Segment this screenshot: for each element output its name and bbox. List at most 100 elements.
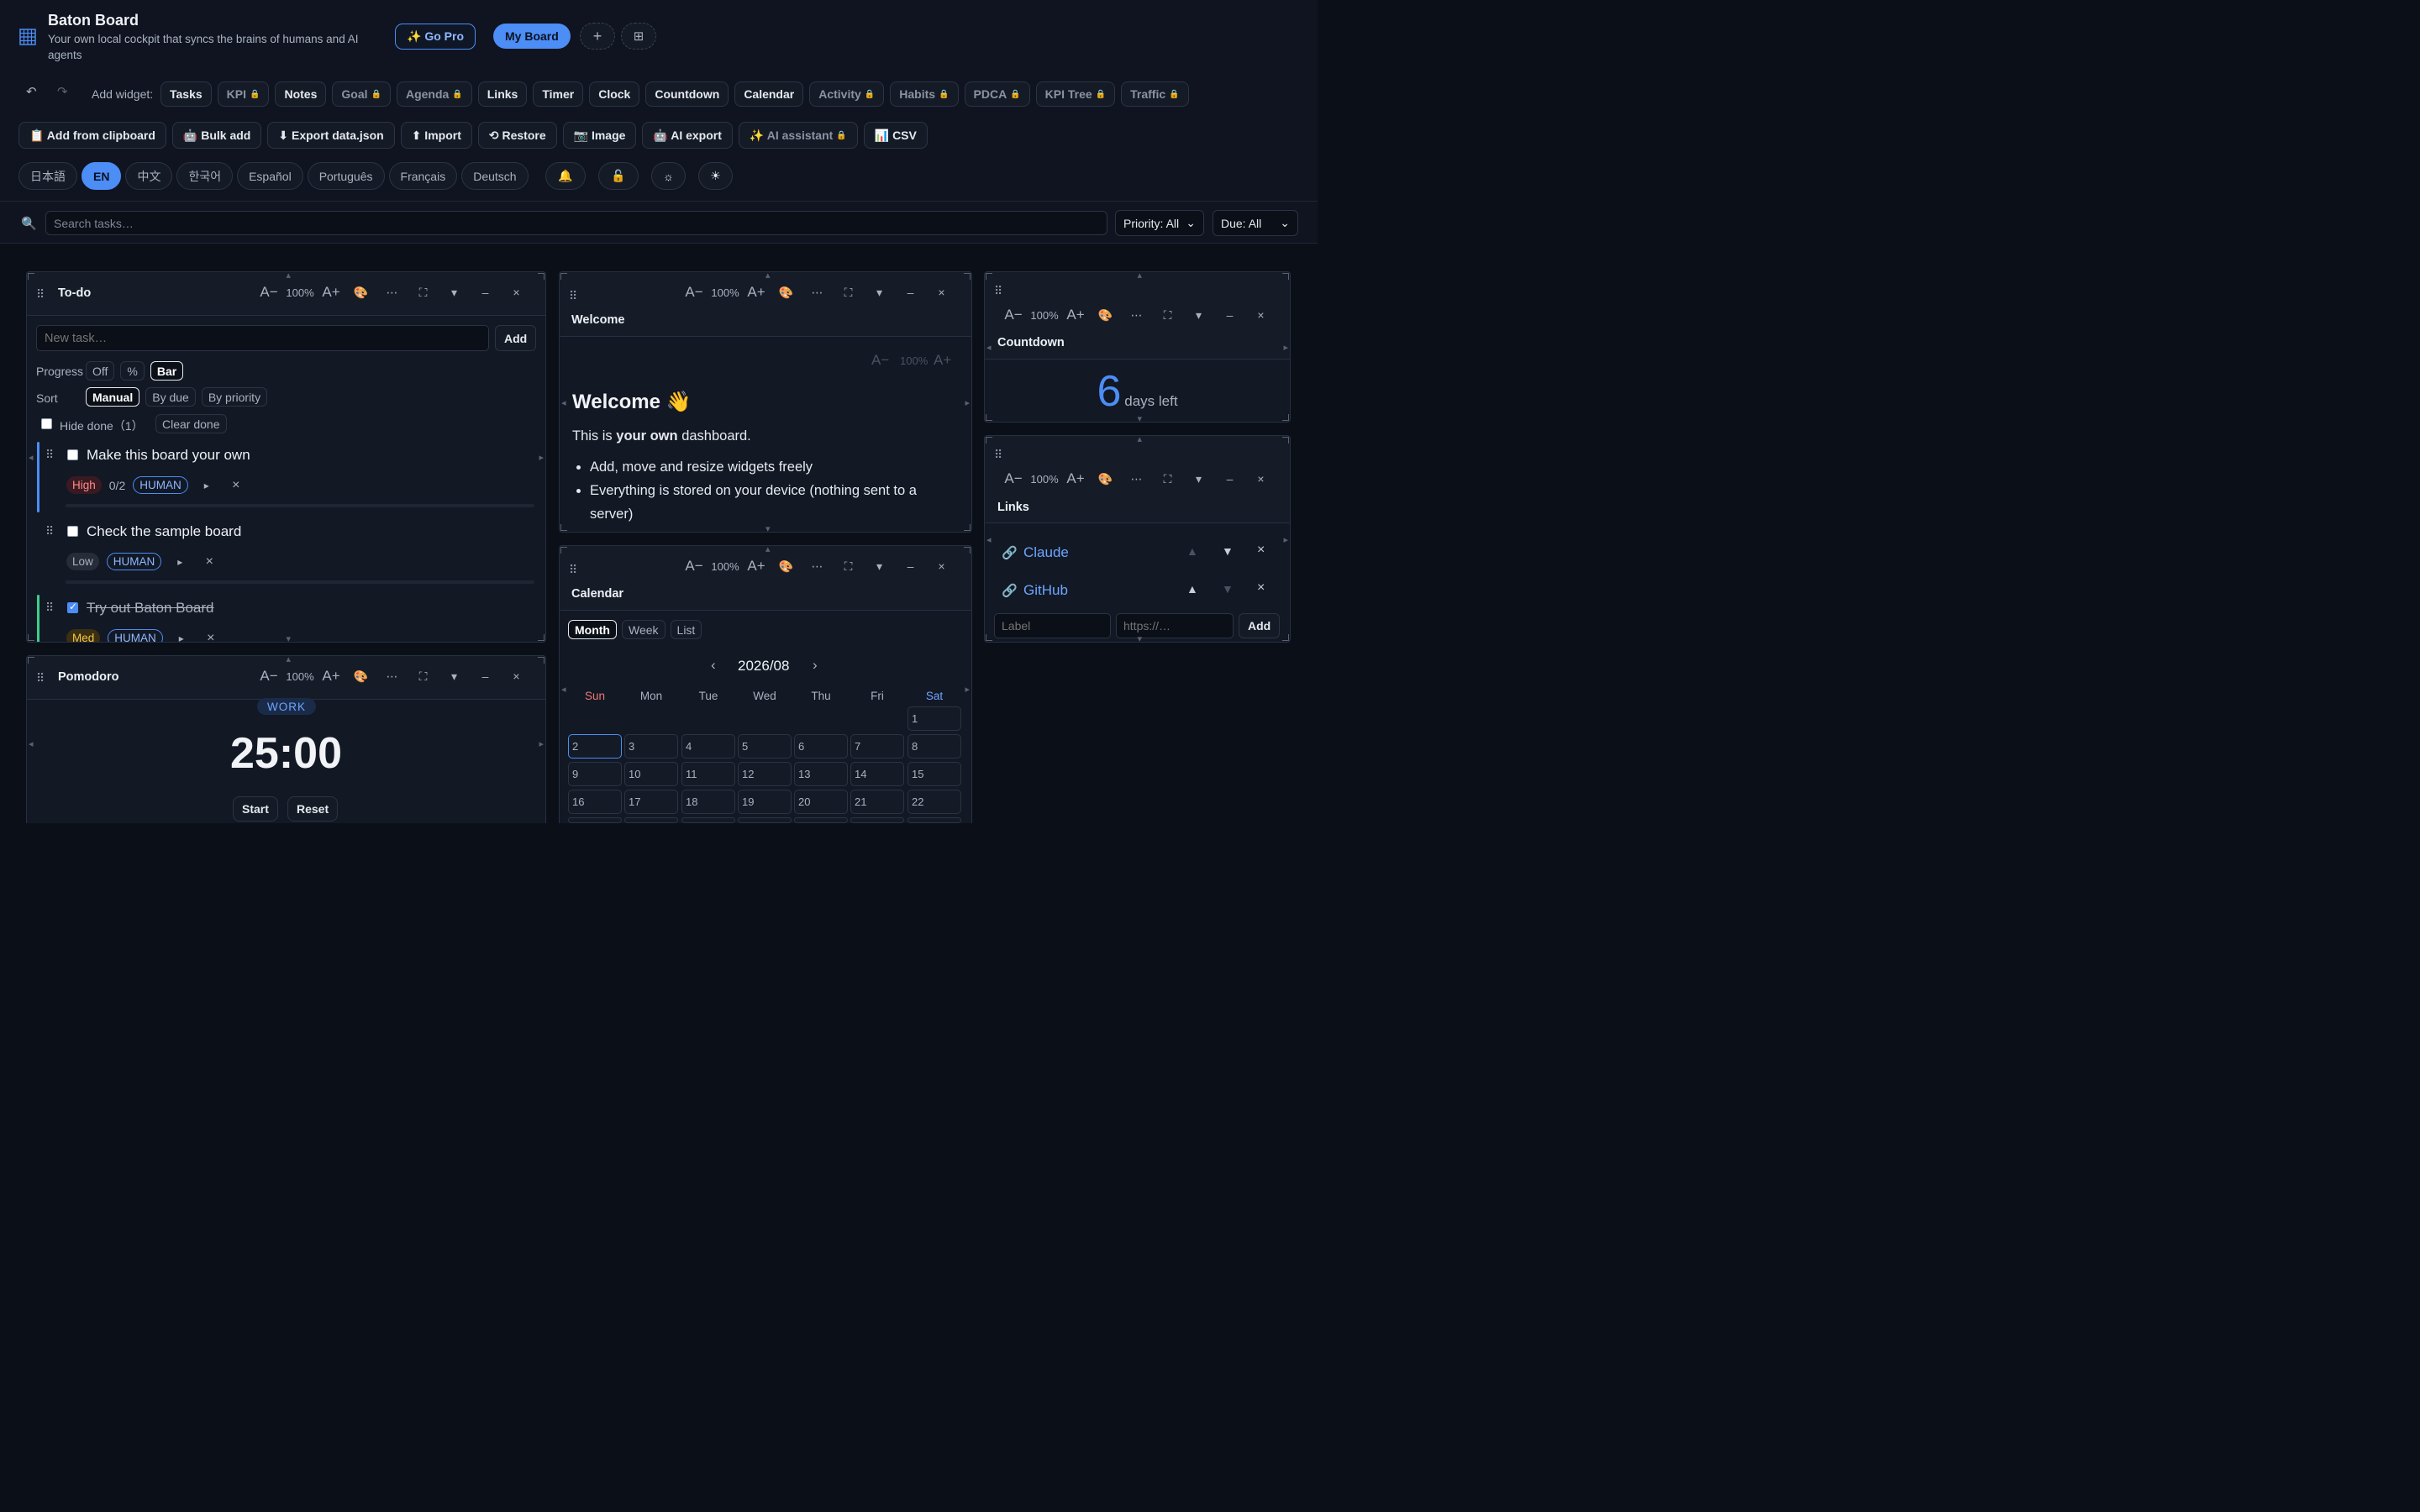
fullscreen-icon[interactable]: ⛶ [408,286,439,300]
task-row[interactable]: ⠿ Check the sample board Low HUMAN ▸ × [37,517,538,587]
resize-bottom-icon[interactable]: ▾ [765,523,771,532]
font-larger-button[interactable]: A+ [934,352,962,369]
font-larger-button[interactable]: A+ [1061,307,1090,323]
calendar-day-cell[interactable]: 14 [850,762,904,786]
collapse-icon[interactable]: ▾ [439,286,470,300]
language-option[interactable]: 日本語 [18,162,77,190]
calendar-view-list[interactable]: List [670,620,702,639]
link-label-input[interactable] [994,613,1111,638]
resize-left-icon[interactable]: ◂ [29,738,34,749]
resize-top-icon[interactable]: ▴ [287,272,292,281]
resize-corner-icon[interactable] [28,657,34,664]
resize-corner-icon[interactable] [986,437,992,444]
delete-task-icon[interactable]: × [200,631,222,643]
drag-handle-icon[interactable]: ⠿ [45,448,54,462]
calendar-view-month[interactable]: Month [568,620,617,639]
language-option[interactable]: Deutsch [461,162,529,190]
resize-corner-icon[interactable] [1282,414,1289,421]
action-export-data-json-button[interactable]: ⬇ Export data.json [267,122,395,149]
calendar-day-cell[interactable]: 4 [681,734,735,759]
more-icon[interactable]: ⋯ [1121,472,1152,486]
close-icon[interactable]: × [926,286,957,299]
language-option[interactable]: 한국어 [176,162,234,190]
palette-icon[interactable]: 🎨 [1090,308,1121,323]
calendar-day-cell[interactable]: 9 [568,762,622,786]
resize-bottom-icon[interactable]: ▾ [1138,413,1143,422]
action-bulk-add-button[interactable]: 🤖 Bulk add [171,122,262,149]
task-title[interactable]: Try out Baton Board [87,600,214,617]
fullscreen-icon[interactable]: ⛶ [833,559,864,574]
resize-left-icon[interactable]: ◂ [561,397,566,408]
calendar-day-cell[interactable]: 17 [624,790,678,814]
calendar-day-cell[interactable] [738,817,792,823]
light-theme-icon[interactable]: ☼ [651,162,686,190]
task-checkbox[interactable] [67,449,78,460]
collapse-icon[interactable]: ▾ [439,669,470,684]
calendar-day-cell[interactable] [568,817,622,823]
font-larger-button[interactable]: A+ [317,668,345,685]
resize-bottom-icon[interactable]: ▾ [1138,633,1143,642]
resize-right-icon[interactable]: ▸ [539,452,544,463]
link-claude[interactable]: Claude [1023,544,1069,561]
prev-month-icon[interactable]: ‹ [711,657,716,674]
resize-right-icon[interactable]: ▸ [965,684,970,695]
resize-right-icon[interactable]: ▸ [1283,534,1288,545]
move-down-icon[interactable]: ▼ [1222,544,1234,558]
drag-handle-icon[interactable]: ⠿ [36,671,45,685]
resize-corner-icon[interactable] [1282,634,1289,641]
collapse-icon[interactable]: ▾ [864,559,895,574]
calendar-day-cell[interactable] [624,817,678,823]
bell-icon[interactable]: 🔔 [545,162,586,190]
more-icon[interactable]: ⋯ [376,286,408,300]
add-widget-kpi-button[interactable]: KPI 🔒 [217,81,270,107]
font-smaller-button[interactable]: A− [999,470,1028,487]
priority-badge[interactable]: Low [66,553,99,570]
task-checkbox[interactable] [67,526,78,537]
palette-icon[interactable]: 🎨 [345,286,376,300]
resize-right-icon[interactable]: ▸ [539,738,544,749]
calendar-day-cell[interactable]: 7 [850,734,904,759]
font-smaller-button[interactable]: A− [680,284,708,301]
add-link-button[interactable]: Add [1239,613,1281,638]
drag-handle-icon[interactable]: ⠿ [45,524,54,538]
resize-corner-icon[interactable] [986,273,992,280]
expand-icon[interactable]: ▸ [196,480,218,491]
font-smaller-button[interactable]: A− [999,307,1028,323]
unlock-icon[interactable]: 🔓 [598,162,639,190]
add-widget-pdca-button[interactable]: PDCA 🔒 [964,81,1030,107]
minimize-icon[interactable]: – [1214,308,1245,322]
resize-left-icon[interactable]: ◂ [986,534,992,545]
sort-option[interactable]: By due [145,387,196,407]
resize-left-icon[interactable]: ◂ [986,342,992,353]
progress-option[interactable]: Bar [150,361,184,381]
action-restore-button[interactable]: ⟲ Restore [477,122,557,149]
palette-icon[interactable]: 🎨 [1090,472,1121,486]
due-filter-select[interactable]: Due: All ⌄ [1213,210,1298,236]
close-icon[interactable]: × [926,559,957,573]
font-larger-button[interactable]: A+ [1061,470,1090,487]
calendar-day-cell[interactable]: 11 [681,762,735,786]
pomodoro-start-button[interactable]: Start [233,796,278,822]
calendar-view-week[interactable]: Week [621,620,666,639]
fullscreen-icon[interactable]: ⛶ [833,286,864,300]
language-option[interactable]: Français [388,162,458,190]
add-widget-agenda-button[interactable]: Agenda 🔒 [396,81,472,107]
go-pro-button[interactable]: ✨ Go Pro [395,24,476,50]
palette-icon[interactable]: 🎨 [771,286,802,300]
language-option[interactable]: Español [237,162,303,190]
close-icon[interactable]: × [501,669,532,683]
palette-icon[interactable]: 🎨 [345,669,376,684]
font-larger-button[interactable]: A+ [742,558,771,575]
link-github[interactable]: GitHub [1023,582,1068,599]
resize-top-icon[interactable]: ▴ [287,656,292,664]
task-checkbox[interactable] [67,601,78,613]
drag-handle-icon[interactable]: ⠿ [994,448,1002,462]
resize-corner-icon[interactable] [28,634,34,641]
expand-icon[interactable]: ▸ [171,633,192,643]
font-smaller-button[interactable]: A− [255,668,283,685]
calendar-day-cell[interactable] [681,817,735,823]
palette-icon[interactable]: 🎨 [771,559,802,574]
add-task-button[interactable]: Add [495,325,537,351]
add-widget-clock-button[interactable]: Clock [589,81,640,107]
action-image-button[interactable]: 📷 Image [562,122,637,149]
